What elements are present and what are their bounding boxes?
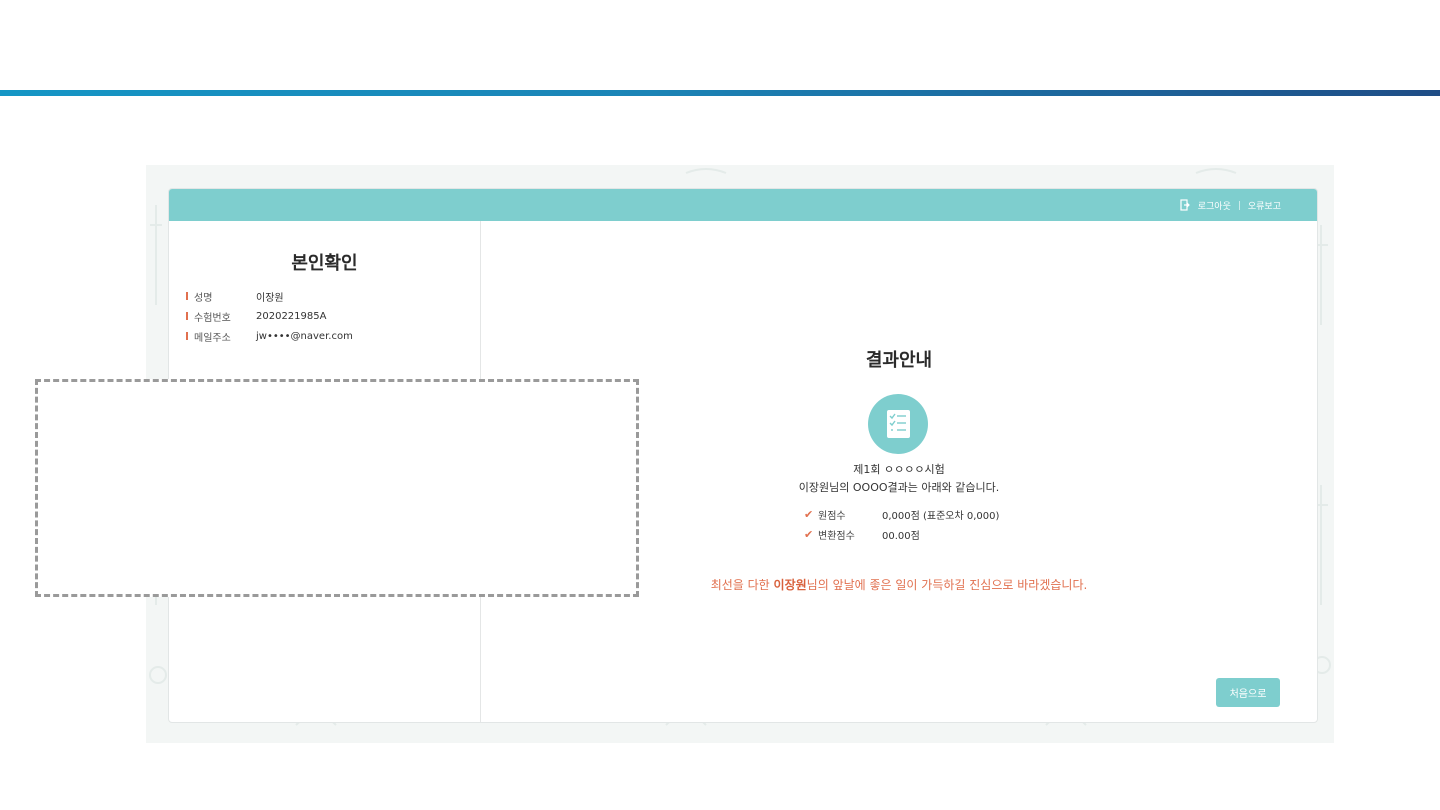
score-label: 원점수	[818, 510, 846, 522]
logout-icon[interactable]	[1180, 199, 1190, 211]
closing-prefix: 최선을 다한	[710, 578, 774, 592]
identity-row-name: 성명 이장원	[186, 288, 284, 304]
closing-name: 이장원	[773, 578, 807, 592]
identity-row-exam-number: 수험번호 2020221985A	[186, 308, 326, 324]
home-button[interactable]: 처음으로	[1216, 678, 1280, 707]
score-value: 00.00점	[882, 530, 920, 542]
row-marker	[186, 292, 188, 300]
score-value: 0,000점 (표준오차 0,000)	[882, 510, 1000, 522]
identity-label: 수험번호	[194, 312, 231, 324]
checkmark-icon: ✔	[804, 507, 814, 521]
closing-suffix: 님의 앞날에 좋은 일이 가득하길 진심으로 바라겠습니다.	[806, 578, 1088, 592]
identity-title: 본인확인	[291, 253, 358, 274]
result-title: 결과안내	[865, 350, 933, 371]
score-row-converted: ✔ 변환점수 00.00점	[804, 526, 920, 542]
identity-value: jw••••@naver.com	[256, 330, 353, 342]
header-divider	[1238, 200, 1240, 210]
row-marker	[186, 332, 188, 340]
row-marker	[186, 312, 188, 320]
identity-row-email: 메일주소 jw••••@naver.com	[186, 328, 353, 344]
identity-value: 이장원	[256, 292, 284, 304]
checklist-icon	[868, 394, 928, 454]
logout-link[interactable]: 로그아웃	[1198, 199, 1231, 212]
identity-label: 메일주소	[194, 332, 231, 344]
score-row-raw: ✔ 원점수 0,000점 (표준오차 0,000)	[804, 506, 999, 522]
window-header: 로그아웃 오류보고	[169, 189, 1317, 221]
top-accent-bar	[0, 90, 1440, 96]
header-links: 로그아웃 오류보고	[1180, 189, 1281, 221]
placeholder-dashed-box	[35, 379, 639, 597]
checkmark-icon: ✔	[804, 527, 814, 541]
identity-label: 성명	[194, 292, 213, 304]
identity-value: 2020221985A	[256, 310, 327, 322]
score-label: 변환점수	[818, 530, 855, 542]
error-report-link[interactable]: 오류보고	[1248, 199, 1281, 212]
